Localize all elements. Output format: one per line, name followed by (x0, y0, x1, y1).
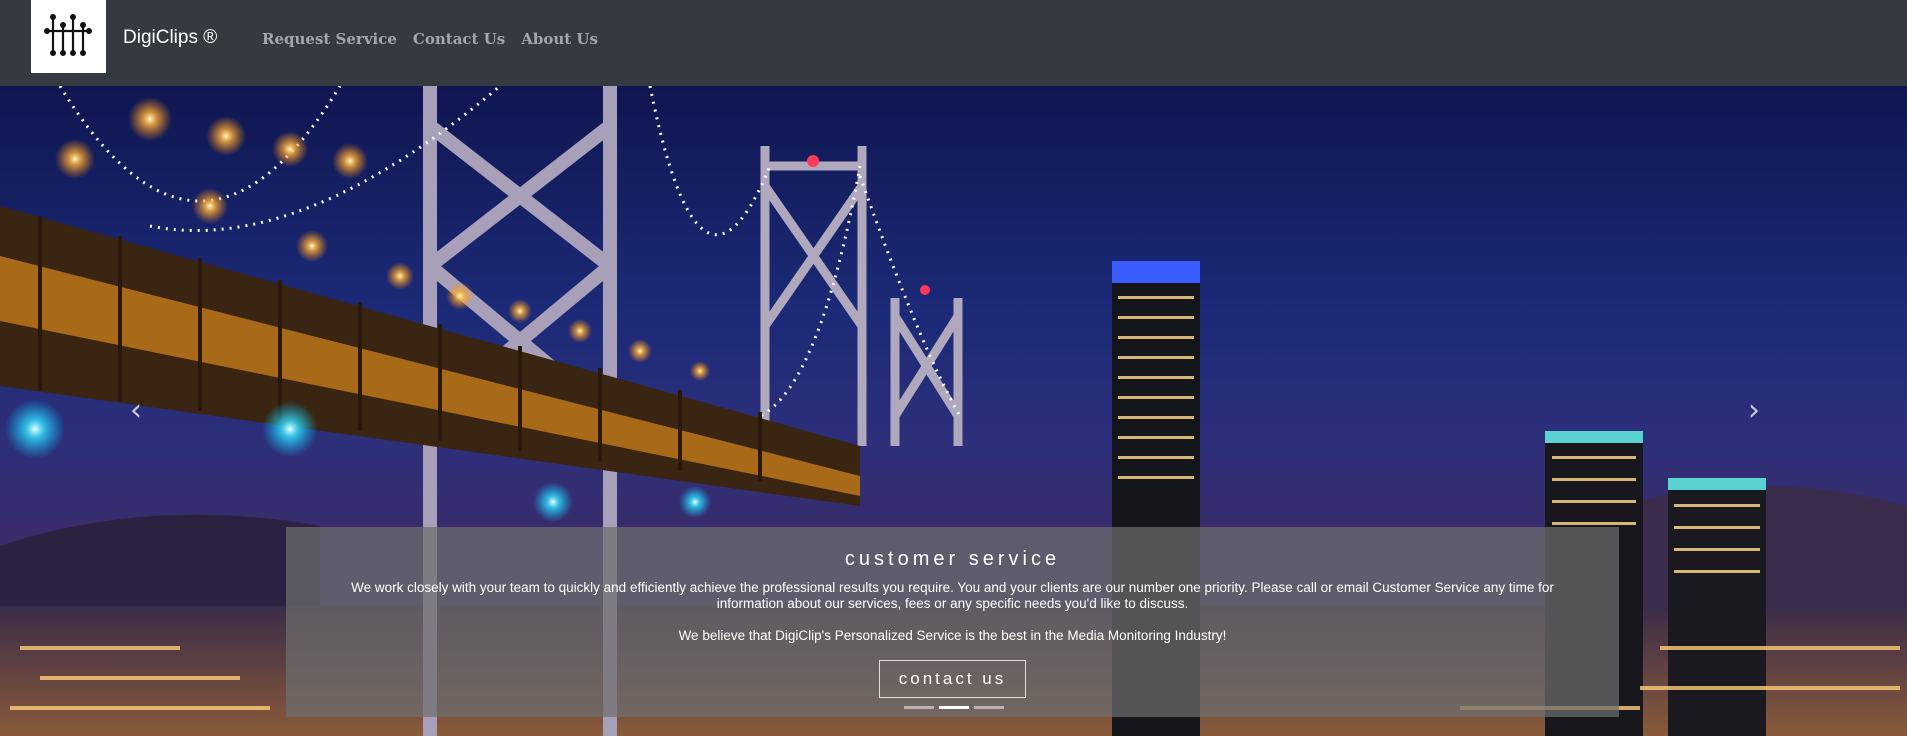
carousel-indicator[interactable] (903, 706, 934, 709)
navbar: DigiClips ® Request Service Contact Us A… (0, 0, 1907, 86)
contact-us-button[interactable]: contact us (879, 660, 1026, 698)
nav-link-contact-us[interactable]: Contact Us (413, 30, 505, 48)
caption-title: customer service (844, 548, 1061, 570)
carousel-indicator-active[interactable] (938, 706, 969, 709)
hero-carousel: ‹ › customer service We work closely wit… (0, 86, 1907, 736)
caption-tagline: We believe that DigiClip's Personalized … (678, 628, 1227, 643)
carousel-indicator[interactable] (973, 706, 1004, 709)
caption-body: We work closely with your team to quickl… (351, 580, 1554, 611)
nav-link-about-us[interactable]: About Us (521, 30, 598, 48)
carousel-next-icon[interactable]: › (1748, 396, 1760, 426)
nav-links: Request Service Contact Us About Us (262, 30, 598, 48)
nav-link-request-service[interactable]: Request Service (262, 30, 397, 48)
brand-name[interactable]: DigiClips ® (123, 27, 217, 49)
carousel-indicators (0, 706, 1907, 709)
carousel-caption: customer service We work closely with yo… (286, 527, 1619, 717)
circuit-logo-icon[interactable] (31, 0, 106, 73)
carousel-prev-icon[interactable]: ‹ (130, 396, 142, 426)
